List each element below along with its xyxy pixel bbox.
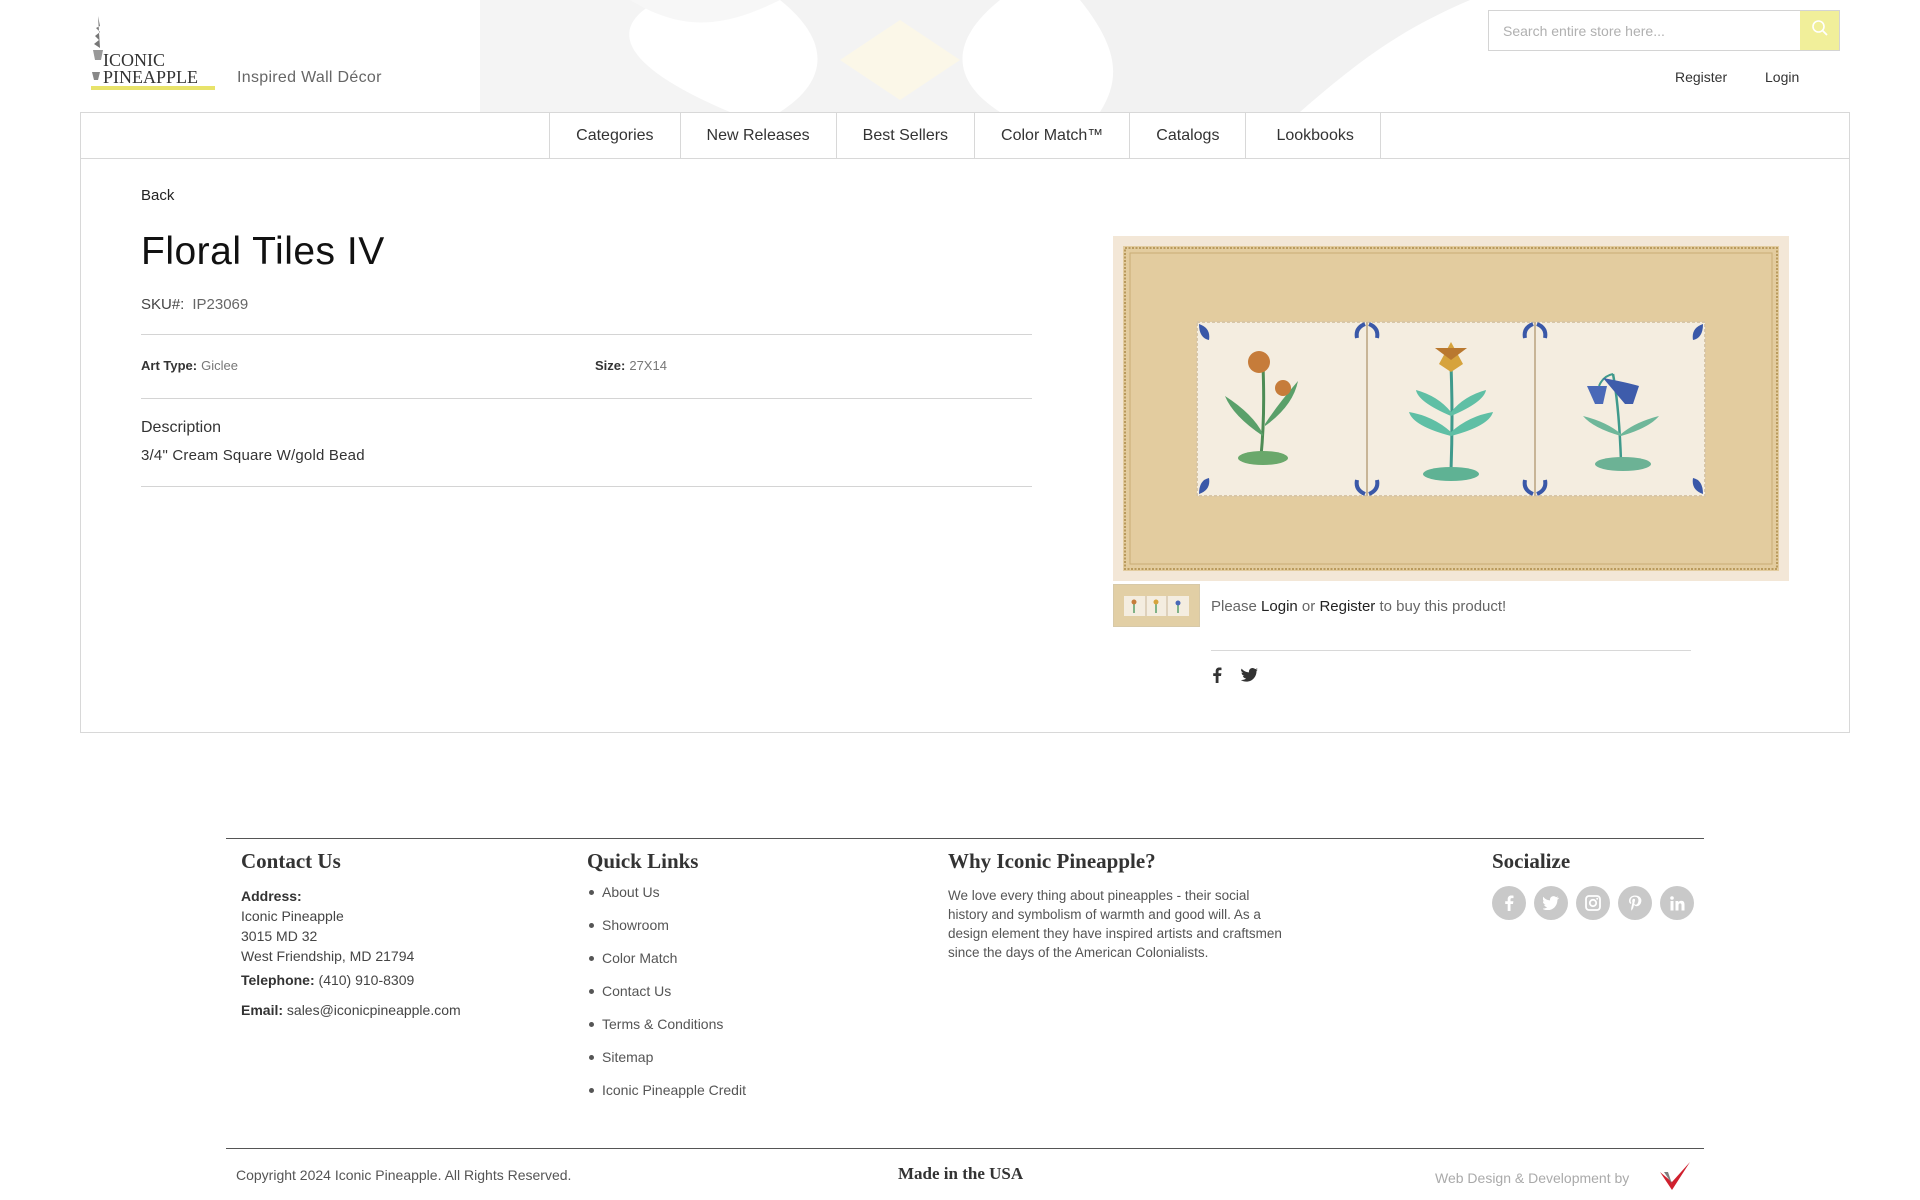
quick-link-color-match[interactable]: Color Match [587,948,746,981]
nav-lookbooks[interactable]: Lookbooks [1246,113,1381,158]
quick-link-credit[interactable]: Iconic Pineapple Credit [587,1080,746,1113]
buy-notice-post: to buy this product! [1379,598,1507,615]
pinterest-icon[interactable] [1618,886,1652,920]
twitter-icon[interactable] [1534,886,1568,920]
quick-link-terms[interactable]: Terms & Conditions [587,1014,746,1047]
developer-logo-icon[interactable] [1658,1160,1692,1194]
buy-notice-or: or [1301,598,1316,615]
search-box [1488,10,1840,51]
web-design-credit: Web Design & Development by [1435,1170,1630,1186]
quick-link-sitemap[interactable]: Sitemap [587,1047,746,1080]
contact-heading: Contact Us [241,849,341,873]
divider [141,398,1032,399]
footer-divider [226,838,1704,839]
quick-link-showroom[interactable]: Showroom [587,915,746,948]
quick-links-heading: Quick Links [587,849,699,873]
linkedin-icon[interactable] [1660,886,1694,920]
buy-notice-pre: Please [1211,598,1257,615]
quick-link-about-us[interactable]: About Us [587,882,746,915]
email-value[interactable]: sales@iconicpineapple.com [287,1002,461,1018]
tagline: Inspired Wall Décor [237,69,382,86]
quick-links-list: About Us Showroom Color Match Contact Us… [587,882,746,1113]
footer-bottom-divider [226,1148,1704,1149]
nav-new-releases[interactable]: New Releases [681,113,837,158]
search-input[interactable] [1489,11,1801,50]
main-nav: Categories New Releases Best Sellers Col… [81,113,1849,159]
register-link[interactable]: Register [1675,69,1727,85]
divider [141,334,1032,335]
login-link[interactable]: Login [1765,69,1799,85]
socialize-heading: Socialize [1492,849,1571,873]
why-heading: Why Iconic Pineapple? [948,849,1156,873]
address-line-1: Iconic Pineapple [241,908,344,924]
search-button[interactable] [1800,11,1839,50]
telephone-label: Telephone: [241,972,315,988]
description-heading: Description [141,419,222,436]
art-type-label: Art Type: [141,358,198,373]
nav-catalogs[interactable]: Catalogs [1130,113,1247,158]
divider [1211,650,1691,651]
nav-best-sellers[interactable]: Best Sellers [837,113,976,158]
address-line-2: 3015 MD 32 [241,928,318,944]
art-type-value: Giclee [201,358,238,373]
telephone-value[interactable]: (410) 910-8309 [319,972,415,988]
description-text: 3/4" Cream Square W/gold Bead [141,447,365,464]
address-label: Address: [241,888,302,904]
why-text: We love every thing about pineapples - t… [948,888,1282,960]
nav-color-match[interactable]: Color Match™ [975,113,1131,158]
contact-email: Email: sales@iconicpineapple.com [241,1000,461,1020]
address-line-3: West Friendship, MD 21794 [241,948,415,964]
product-thumbnail[interactable] [1113,584,1200,627]
sku-label: SKU#: [141,296,185,313]
contact-address-label: Address: [241,886,302,906]
facebook-share-icon[interactable] [1206,664,1228,686]
size-label: Size: [595,358,626,373]
header-background-pattern [480,0,1480,112]
buy-notice: Please Login or Register to buy this pro… [1211,598,1506,615]
art-type: Art Type: Giclee [141,358,238,373]
sku-value: IP23069 [192,296,249,313]
buy-login-link[interactable]: Login [1261,598,1298,615]
product-sku: SKU#: IP23069 [141,296,248,313]
size: Size: 27X14 [595,358,667,373]
nav-categories[interactable]: Categories [549,113,681,158]
product-title: Floral Tiles IV [141,230,385,273]
instagram-icon[interactable] [1576,886,1610,920]
brand-logo[interactable]: ICONIC PINEAPPLE [88,14,218,92]
made-in-usa: Made in the USA [898,1164,1024,1183]
logo-line-2: PINEAPPLE [103,67,198,87]
product-image[interactable] [1113,236,1789,581]
twitter-share-icon[interactable] [1239,664,1261,686]
buy-register-link[interactable]: Register [1319,598,1375,615]
email-label: Email: [241,1002,284,1018]
back-link[interactable]: Back [141,187,174,204]
divider [141,486,1032,487]
size-value: 27X14 [629,358,667,373]
search-icon [1811,19,1829,42]
copyright: Copyright 2024 Iconic Pineapple. All Rig… [236,1167,572,1183]
facebook-icon[interactable] [1492,886,1526,920]
contact-telephone: Telephone: (410) 910-8309 [241,970,414,990]
quick-link-contact-us[interactable]: Contact Us [587,981,746,1014]
